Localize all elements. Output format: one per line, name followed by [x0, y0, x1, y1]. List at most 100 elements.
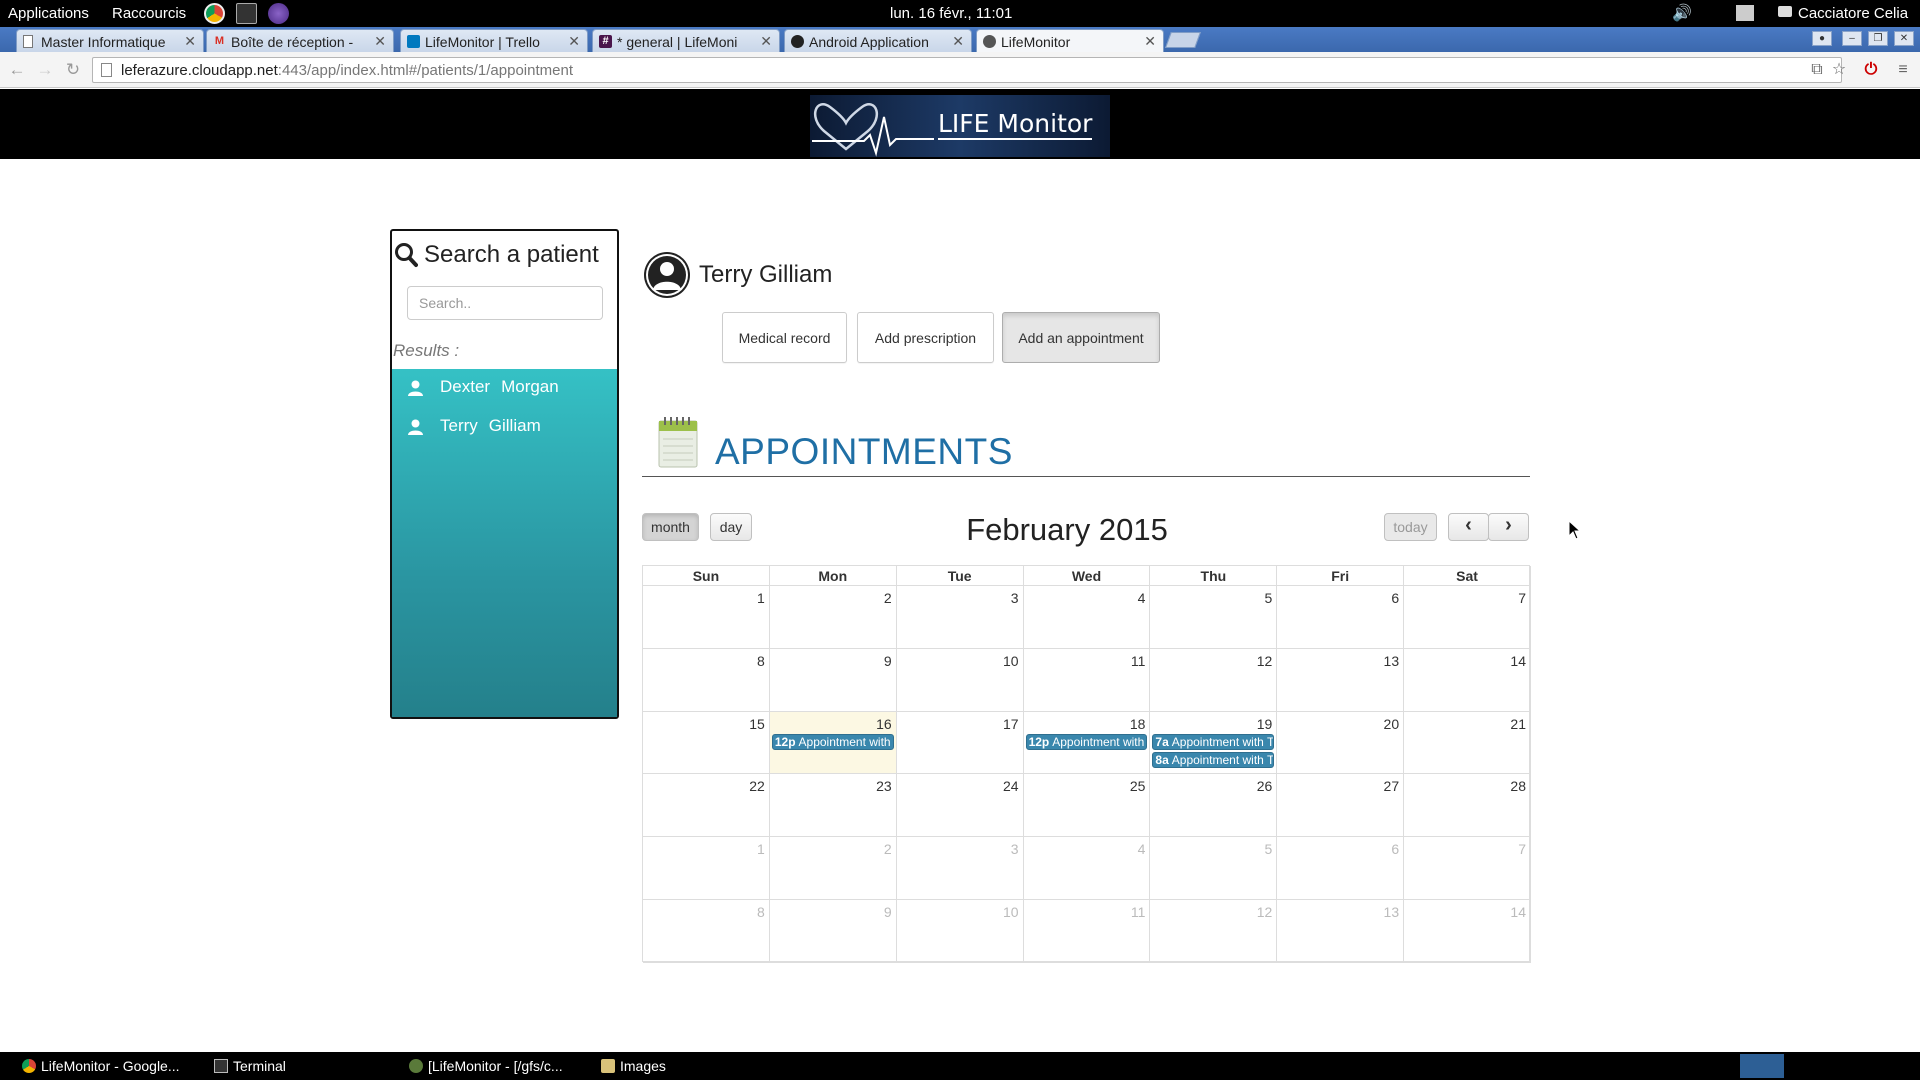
calendar-day-cell[interactable]: 14 — [1404, 648, 1531, 712]
reload-icon[interactable]: ↻ — [62, 59, 84, 81]
task-images[interactable]: Images — [597, 1052, 666, 1080]
calendar-day-cell[interactable]: 9 — [769, 648, 897, 712]
profile-icon[interactable]: ● — [1812, 31, 1832, 46]
result-item-dexter-morgan[interactable]: Dexter Morgan — [392, 371, 617, 405]
user-menu[interactable]: Cacciatore Celia — [1798, 5, 1908, 22]
close-icon[interactable]: ✕ — [568, 33, 580, 50]
calendar-day-cell[interactable]: 1 — [643, 586, 770, 649]
close-icon[interactable]: ✕ — [374, 33, 386, 50]
applications-menu[interactable]: Applications — [8, 5, 89, 22]
appointment-event[interactable]: 8a Appointment with T — [1152, 751, 1275, 768]
search-input[interactable] — [407, 286, 603, 320]
calendar-day-cell-next-month[interactable]: 1 — [643, 837, 770, 900]
tray-chrome-icon[interactable] — [1740, 1054, 1784, 1078]
eclipse-launcher-icon[interactable] — [268, 3, 289, 24]
day-number: 8 — [757, 904, 765, 920]
task-editor[interactable]: [LifeMonitor - [/gfs/c... — [405, 1052, 563, 1080]
calendar-day-cell-next-month[interactable]: 2 — [769, 837, 897, 900]
prev-month-button[interactable]: ‹ — [1448, 513, 1489, 541]
calendar-day-cell-next-month[interactable]: 8 — [643, 900, 770, 963]
calendar-day-cell-next-month[interactable]: 10 — [896, 900, 1024, 963]
calendar-day-cell[interactable]: 15 — [643, 711, 770, 775]
adblock-icon[interactable]: ⏻ — [1862, 61, 1880, 79]
result-item-terry-gilliam[interactable]: Terry Gilliam — [392, 410, 617, 444]
calendar-day-cell-next-month[interactable]: 13 — [1277, 900, 1405, 963]
appointment-event[interactable]: 7a Appointment with T — [1152, 733, 1275, 750]
calendar-day-cell[interactable]: 19 7a Appointment with T 8a Appointment with… — [1150, 711, 1278, 775]
shortcuts-menu[interactable]: Raccourcis — [112, 5, 186, 22]
chrome-launcher-icon[interactable] — [204, 3, 225, 24]
medical-record-button[interactable]: Medical record — [722, 312, 847, 363]
bookmark-star-icon[interactable]: ☆ — [1830, 61, 1848, 79]
task-terminal[interactable]: Terminal — [210, 1052, 286, 1080]
tab-gmail[interactable]: M Boîte de réception - ✕ — [206, 29, 394, 52]
calendar-day-cell[interactable]: 6 — [1277, 586, 1405, 649]
tab-master-informatique[interactable]: Master Informatique ✕ — [16, 29, 204, 52]
life-monitor-logo[interactable]: LIFE Monitor — [810, 95, 1110, 157]
calendar-day-cell-next-month[interactable]: 3 — [896, 837, 1024, 900]
calendar-day-cell-next-month[interactable]: 11 — [1023, 900, 1151, 963]
calendar-day-cell[interactable]: 23 — [769, 774, 897, 838]
calendar-day-cell[interactable]: 4 — [1023, 586, 1151, 649]
menu-icon[interactable]: ≡ — [1894, 61, 1912, 79]
clock[interactable]: lun. 16 févr., 11:01 — [890, 5, 1012, 22]
calendar-day-cell[interactable]: 20 — [1277, 711, 1405, 775]
calendar-day-cell[interactable]: 3 — [896, 586, 1024, 649]
day-view-button[interactable]: day — [710, 513, 752, 541]
terminal-launcher-icon[interactable] — [236, 3, 257, 24]
calendar-day-cell[interactable]: 5 — [1150, 586, 1278, 649]
tab-slack[interactable]: # * general | LifeMoni ✕ — [592, 29, 780, 52]
calendar-day-cell[interactable]: 13 — [1277, 648, 1405, 712]
minimize-icon[interactable]: – — [1842, 31, 1862, 46]
appointment-event[interactable]: 12p Appointment with — [771, 733, 894, 750]
day-number: 17 — [1002, 715, 1019, 732]
close-icon[interactable]: ✕ — [1144, 33, 1156, 50]
restore-icon[interactable]: ❐ — [1868, 31, 1888, 46]
close-icon[interactable]: ✕ — [184, 33, 196, 50]
calendar-day-cell[interactable]: 25 — [1023, 774, 1151, 838]
next-month-button[interactable]: › — [1488, 513, 1529, 541]
new-tab-button[interactable] — [1165, 32, 1201, 48]
appointment-event[interactable]: 12p Appointment with — [1025, 733, 1148, 750]
calendar-day-cell-next-month[interactable]: 9 — [769, 900, 897, 963]
calendar-day-cell[interactable]: 12 — [1150, 648, 1278, 712]
calendar-day-cell[interactable]: 10 — [896, 648, 1024, 712]
forward-icon[interactable]: → — [34, 59, 56, 81]
calendar-day-cell[interactable]: 11 — [1023, 648, 1151, 712]
chat-icon[interactable] — [1778, 6, 1792, 17]
calendar-day-cell[interactable]: 18 12p Appointment with — [1023, 711, 1151, 775]
month-view-button[interactable]: month — [642, 513, 699, 541]
calendar-day-cell-next-month[interactable]: 5 — [1150, 837, 1278, 900]
calendar-day-cell[interactable]: 17 — [896, 711, 1024, 775]
add-appointment-button[interactable]: Add an appointment — [1002, 312, 1160, 363]
calendar-day-cell[interactable]: 24 — [896, 774, 1024, 838]
calendar-day-cell[interactable]: 27 — [1277, 774, 1405, 838]
calendar-day-cell-next-month[interactable]: 12 — [1150, 900, 1278, 963]
calendar-day-cell[interactable]: 16 12p Appointment with — [769, 711, 897, 775]
volume-icon[interactable]: 🔊 — [1672, 3, 1692, 23]
calendar-day-cell[interactable]: 2 — [769, 586, 897, 649]
close-icon[interactable]: ✕ — [952, 33, 964, 50]
address-bar[interactable]: leferazure.cloudapp.net:443/app/index.ht… — [92, 57, 1842, 83]
calendar-day-cell-next-month[interactable]: 14 — [1404, 900, 1531, 963]
calendar-day-cell[interactable]: 28 — [1404, 774, 1531, 838]
calendar-day-cell-next-month[interactable]: 4 — [1023, 837, 1151, 900]
back-icon[interactable]: ← — [6, 59, 28, 81]
tab-lifemonitor[interactable]: LifeMonitor ✕ — [976, 29, 1164, 52]
today-button[interactable]: today — [1384, 513, 1437, 541]
calendar-day-cell-next-month[interactable]: 6 — [1277, 837, 1405, 900]
translate-icon[interactable]: ⧉ — [1808, 61, 1826, 79]
calendar-day-cell-next-month[interactable]: 7 — [1404, 837, 1531, 900]
accessibility-icon[interactable] — [1736, 5, 1754, 21]
tab-trello[interactable]: LifeMonitor | Trello ✕ — [400, 29, 588, 52]
close-icon[interactable]: ✕ — [760, 33, 772, 50]
tab-github[interactable]: Android Application ✕ — [784, 29, 972, 52]
add-prescription-button[interactable]: Add prescription — [857, 312, 994, 363]
task-chrome[interactable]: LifeMonitor - Google... — [18, 1052, 180, 1080]
calendar-day-cell[interactable]: 8 — [643, 648, 770, 712]
calendar-day-cell[interactable]: 21 — [1404, 711, 1531, 775]
calendar-day-cell[interactable]: 22 — [643, 774, 770, 838]
calendar-day-cell[interactable]: 7 — [1404, 586, 1531, 649]
calendar-day-cell[interactable]: 26 — [1150, 774, 1278, 838]
close-window-icon[interactable]: ✕ — [1894, 31, 1914, 46]
